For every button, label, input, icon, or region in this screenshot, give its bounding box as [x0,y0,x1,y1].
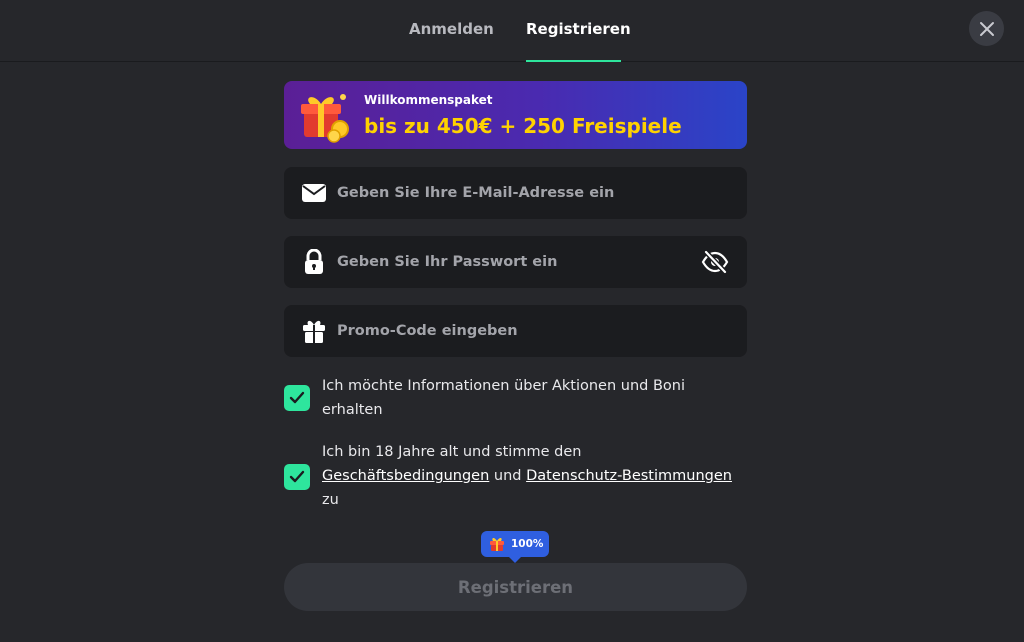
password-field[interactable] [284,236,747,288]
terms-consent-label: Ich bin 18 Jahre alt und stimme den Gesc… [322,440,742,512]
eye-off-icon [701,250,729,274]
checkmark-icon [289,470,305,483]
email-input[interactable] [337,167,697,219]
terms-consent-checkbox[interactable] [284,464,310,490]
close-icon [979,21,994,36]
toggle-password-visibility[interactable] [700,248,730,276]
tab-login[interactable]: Anmelden [409,0,494,62]
top-navigation: Anmelden Registrieren [0,0,1024,62]
close-button[interactable] [969,11,1004,46]
privacy-link[interactable]: Datenschutz-Bestimmungen [526,468,732,484]
terms-text-middle: und [489,468,527,484]
lock-icon [301,249,327,274]
password-input[interactable] [337,236,697,288]
checkmark-icon [289,391,305,404]
promo-code-input[interactable] [337,305,697,357]
terms-link[interactable]: Geschäftsbedingungen [322,468,489,484]
bonus-badge: 100% [481,531,549,563]
terms-text-start: Ich bin 18 Jahre alt und stimme den [322,444,582,460]
tab-register[interactable]: Registrieren [526,0,631,62]
gift-icon [301,319,327,343]
banner-subtitle: Willkommenspaket [364,93,493,107]
marketing-consent-label: Ich möchte Informationen über Aktionen u… [322,378,686,418]
gift-icon [490,537,504,551]
gift-icon [301,94,349,143]
mail-icon [301,181,327,205]
terms-text-end: zu [322,492,339,508]
marketing-consent-checkbox[interactable] [284,385,310,411]
banner-headline: bis zu 450€ + 250 Freispiele [364,114,682,138]
bonus-badge-label: 100% [511,538,544,550]
welcome-bonus-banner: Willkommenspaket bis zu 450€ + 250 Freis… [284,81,747,149]
email-field[interactable] [284,167,747,219]
register-submit-button[interactable]: Registrieren [284,563,747,611]
promo-code-field[interactable] [284,305,747,357]
